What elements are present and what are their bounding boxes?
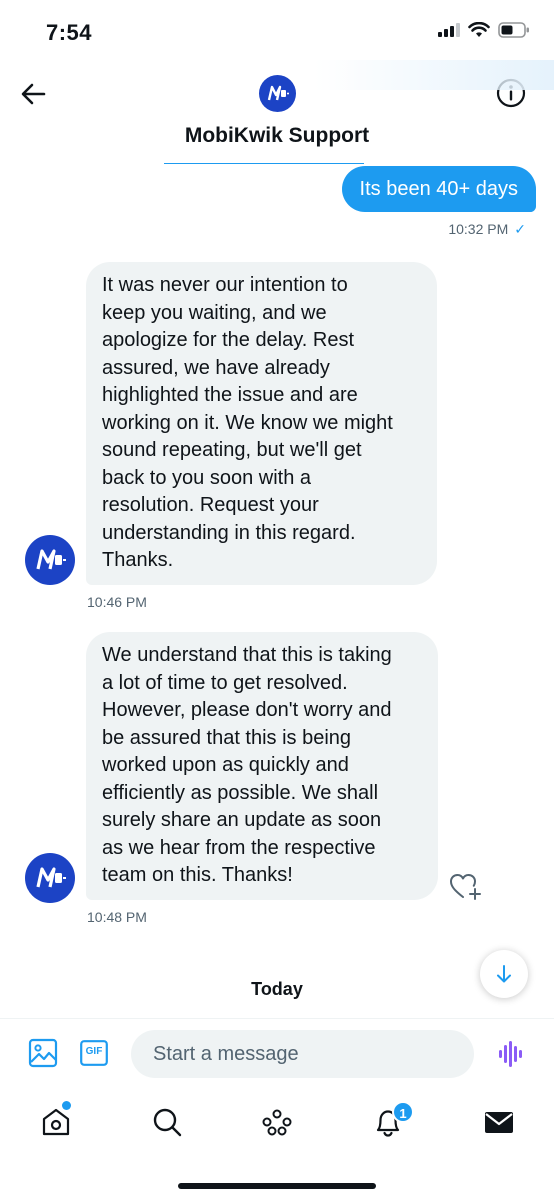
- wifi-icon: [468, 22, 490, 37]
- header-shadow: [314, 60, 554, 90]
- status-time: 7:54: [46, 20, 93, 45]
- mobikwik-logo-icon: [36, 549, 66, 570]
- gif-label: GIF: [85, 1046, 103, 1057]
- messages-icon[interactable]: [483, 1106, 515, 1138]
- received-message-time: 10:46 PM: [87, 594, 147, 610]
- sent-message-time: 10:32 PM: [448, 221, 509, 237]
- gif-button[interactable]: GIF: [80, 1040, 108, 1066]
- cellular-signal-icon: [438, 23, 460, 37]
- home-indicator: [178, 1183, 376, 1189]
- status-icons: [438, 22, 530, 38]
- received-message-bubble[interactable]: It was never our intention to keep you w…: [86, 262, 437, 585]
- sent-message-bubble[interactable]: Its been 40+ days: [341, 166, 536, 212]
- message-input[interactable]: [131, 1030, 474, 1078]
- sender-avatar[interactable]: [25, 535, 75, 585]
- search-icon[interactable]: [151, 1106, 183, 1138]
- header-avatar[interactable]: [259, 75, 296, 112]
- mobikwik-logo-icon: [36, 867, 66, 888]
- received-message-bubble[interactable]: We understand that this is taking a lot …: [86, 632, 438, 900]
- previous-bubble-edge: [164, 154, 364, 164]
- notification-count-badge: 1: [392, 1101, 414, 1123]
- conversation-title[interactable]: MobiKwik Support: [0, 124, 554, 148]
- mobikwik-logo-icon: [267, 85, 289, 101]
- spaces-icon[interactable]: [261, 1106, 293, 1138]
- sender-avatar[interactable]: [25, 853, 75, 903]
- voice-message-icon[interactable]: [498, 1040, 524, 1068]
- home-icon[interactable]: [40, 1106, 72, 1138]
- date-divider: Today: [251, 979, 303, 999]
- image-icon[interactable]: [28, 1038, 58, 1068]
- read-check-icon: ✓: [514, 221, 526, 237]
- back-arrow-icon[interactable]: [18, 78, 50, 110]
- home-unread-dot: [62, 1101, 71, 1110]
- status-bar: 7:54: [0, 0, 554, 60]
- sent-message-meta: 10:32 PM ✓: [448, 221, 526, 238]
- received-message-time: 10:48 PM: [87, 909, 147, 925]
- composer-divider: [0, 1018, 554, 1019]
- battery-icon: [498, 22, 529, 38]
- add-reaction-heart-icon[interactable]: [448, 871, 482, 901]
